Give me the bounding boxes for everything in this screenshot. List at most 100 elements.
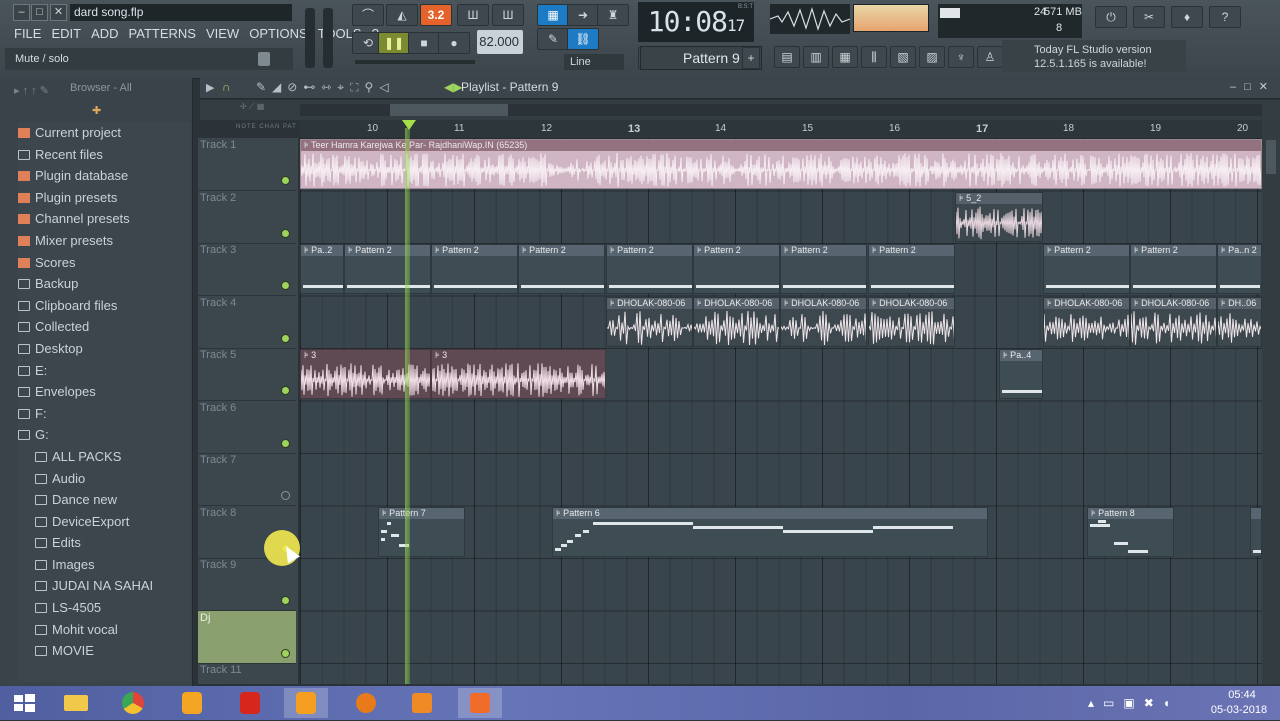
playlist-clip[interactable]: ⊧ Pattern 2 [431, 244, 518, 294]
record-button[interactable]: ● [438, 32, 470, 54]
browser-icon[interactable]: ▨ [919, 46, 945, 68]
recorder-icon[interactable] [458, 688, 502, 718]
mic-icon[interactable]: ♦ [1171, 6, 1203, 28]
channel-rack-icon[interactable]: ▦ [832, 46, 858, 68]
mute-led-icon[interactable] [281, 228, 290, 238]
playlist-arrows-icon[interactable]: ◀▶ [444, 80, 462, 94]
browser-item[interactable]: Scores [18, 252, 190, 274]
playlist-clip[interactable]: ⊧ DHOLAK-080-06 [1130, 296, 1217, 347]
browser-item[interactable]: Desktop [18, 338, 190, 360]
playlist-clip[interactable]: ⊧ DHOLAK-080-06 [868, 296, 955, 347]
wait-icon[interactable]: Ш [457, 4, 489, 26]
playlist-clip[interactable]: ⊧ DHOLAK-080-06 [693, 296, 780, 347]
playlist-clip[interactable]: ⊧ 3 [300, 349, 431, 399]
pause-button[interactable]: ❚❚ [378, 32, 410, 54]
help-icon[interactable]: ? [1209, 6, 1241, 28]
browser-item[interactable]: Collected [18, 316, 190, 338]
mute-led-icon[interactable] [281, 438, 290, 448]
playlist-clip[interactable]: ⊧ DHOLAK-080-06 [1043, 296, 1130, 347]
browser-plus-icon[interactable]: ✚ [92, 104, 101, 117]
mixer-icon[interactable]: ⫼ [861, 46, 887, 68]
track-header[interactable]: Dj [198, 610, 296, 664]
tempo-tap-icon[interactable]: ♙ [977, 46, 1003, 68]
start-windows-icon[interactable] [2, 688, 46, 718]
menu-options[interactable]: OPTIONS [249, 26, 308, 44]
browser-header[interactable]: Browser - All [70, 82, 132, 94]
mode-display[interactable]: 3.2 [420, 4, 452, 26]
menu-add[interactable]: ADD [91, 26, 118, 44]
magnet-icon[interactable]: ∩ [222, 80, 231, 94]
red-app-icon[interactable] [228, 688, 272, 718]
stop-button[interactable]: ■ [408, 32, 440, 54]
fl-studio-old-icon[interactable] [170, 688, 214, 718]
maximize-icon[interactable]: □ [31, 4, 48, 21]
browser-item[interactable]: JUDAI NA SAHAI [18, 575, 190, 597]
fl-studio-icon[interactable] [284, 688, 328, 718]
track-header[interactable]: Track 6 [198, 401, 296, 454]
browser-item[interactable]: Plugin database [18, 165, 190, 187]
menu-file[interactable]: FILE [14, 26, 41, 44]
playlist-clip[interactable]: ⊧ 5_2 [955, 191, 1043, 242]
browser-item[interactable]: Audio [18, 468, 190, 490]
playlist-clip[interactable]: ⊧ Teer Hamra Karejwa Ke Par- RajdhaniWap… [300, 139, 1262, 189]
channel-settings-icon[interactable]: ▧ [890, 46, 916, 68]
metronome-icon[interactable]: ◭ [386, 4, 418, 26]
playlist-clip[interactable]: ⊧ DHOLAK-080-06 [780, 296, 867, 347]
playlist-clip[interactable] [1250, 506, 1262, 557]
playlist-clip[interactable]: ⊧ Pattern 2 [693, 244, 780, 294]
mute-led-icon[interactable] [281, 281, 290, 290]
add-pattern-icon[interactable]: + [742, 47, 760, 69]
browser-item[interactable]: Channel presets [18, 208, 190, 230]
browser-nav-icons[interactable]: ▸ ↑ ↑ ✎ [14, 84, 49, 97]
typing-keyboard-icon[interactable]: ▦ [537, 4, 569, 26]
browser-item[interactable]: Mohit vocal [18, 619, 190, 641]
browser-item[interactable]: Mixer presets [18, 230, 190, 252]
playlist-clip[interactable]: ⊧ Pattern 2 [780, 244, 867, 294]
media-player-icon[interactable] [400, 688, 444, 718]
snap-link-icon[interactable]: ⛓ [567, 28, 599, 50]
browser-item[interactable]: Clipboard files [18, 295, 190, 317]
blender-icon[interactable] [344, 688, 388, 718]
browser-item[interactable]: Dance new [18, 489, 190, 511]
playlist-clip[interactable]: ⊧ Pattern 7 [378, 506, 465, 557]
browser-item[interactable]: Current project [18, 122, 190, 144]
browser-item[interactable]: MOVIE [18, 640, 190, 662]
mute-led-icon[interactable] [281, 491, 290, 500]
pattern-song-icon[interactable]: ⌒ [352, 4, 384, 26]
track-header[interactable]: Track 1 [198, 138, 296, 191]
mute-led-icon[interactable] [281, 386, 290, 395]
playlist-clip[interactable]: ⊧ Pattern 2 [518, 244, 605, 294]
browser-item[interactable]: Recent files [18, 144, 190, 166]
tempo-display[interactable]: 82.000 [477, 30, 523, 54]
browser-item[interactable]: F: [18, 403, 190, 425]
master-volume-slider[interactable] [305, 8, 315, 68]
browser-item[interactable]: Images [18, 554, 190, 576]
system-tray-icons[interactable]: ▴▭▣✖◖ [1088, 696, 1179, 710]
piano-roll-icon[interactable]: ▥ [803, 46, 829, 68]
track-header[interactable]: Track 7 [198, 453, 296, 506]
playlist-clip[interactable]: ⊧ Pattern 2 [344, 244, 431, 294]
playlist-clip[interactable]: ⊧ 3 [431, 349, 606, 399]
scroll-thumb[interactable] [390, 104, 508, 116]
playlist-clip[interactable]: ⊧ DH..06 [1217, 296, 1262, 347]
tools-icon[interactable]: ✂ [1133, 6, 1165, 28]
playlist-clip[interactable]: ⊧ Pattern 8 [1087, 506, 1174, 557]
play-arrow-icon[interactable]: ▶ [206, 81, 214, 94]
master-pitch-slider[interactable] [323, 8, 333, 68]
track-header[interactable]: Track 4 [198, 296, 296, 349]
playlist-clip[interactable]: ⊧ Pattern 2 [1043, 244, 1130, 294]
lock-icon[interactable] [258, 52, 270, 66]
browser-item[interactable]: ALL PACKS [18, 446, 190, 468]
playlist-tools[interactable]: ✎◢⊘⊷⇿⌖⛶⚲◁ [256, 80, 395, 95]
timeline-ruler[interactable]: 10 11 12 13 14 15 16 17 18 19 20 [300, 120, 1262, 139]
menu-view[interactable]: VIEW [206, 26, 239, 44]
mute-led-icon[interactable] [281, 176, 290, 185]
news-panel[interactable]: Today FL Studio version 12.5.1.165 is av… [1002, 40, 1186, 72]
playlist-clip[interactable]: ⊧ DHOLAK-080-06 [606, 296, 693, 347]
playlist-clip[interactable]: ⊧ Pattern 2 [1130, 244, 1217, 294]
menu-edit[interactable]: EDIT [51, 26, 81, 44]
browser-item[interactable]: Edits [18, 532, 190, 554]
mute-led-icon[interactable] [281, 648, 290, 658]
browser-item[interactable]: Plugin presets [18, 187, 190, 209]
countdown-icon[interactable]: Ш [492, 4, 524, 26]
